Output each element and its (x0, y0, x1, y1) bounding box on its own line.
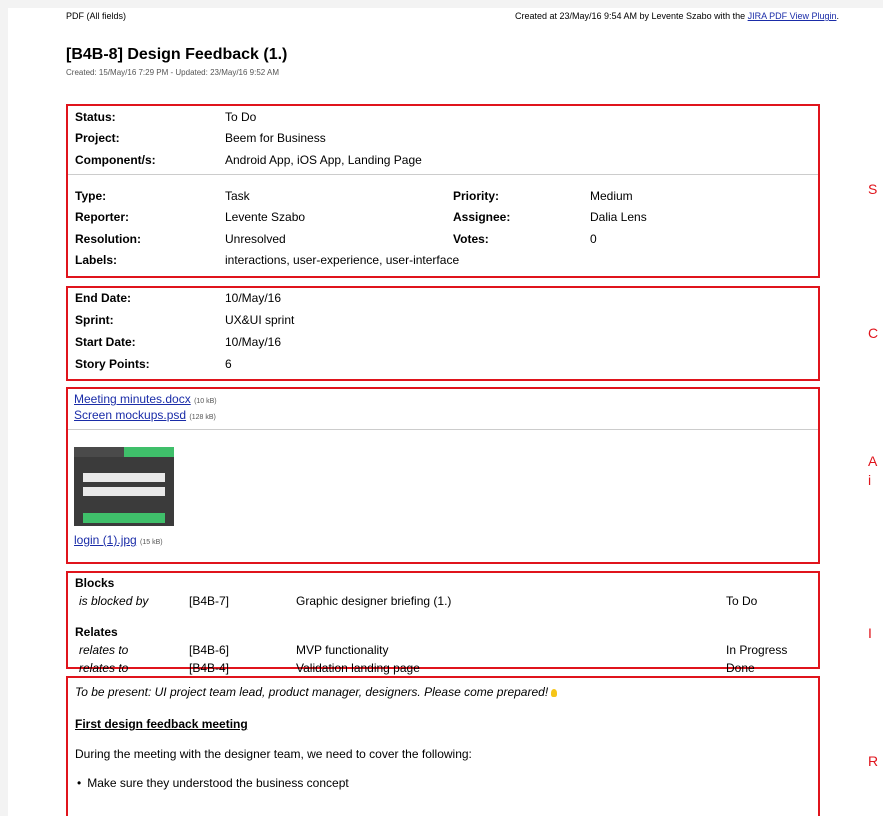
plugin-link[interactable]: JIRA PDF View Plugin (748, 11, 837, 21)
project-value: Beem for Business (225, 131, 326, 145)
attachment-size: (15 kB) (140, 539, 163, 546)
story-points-label: Story Points: (75, 357, 150, 371)
resolution-label: Resolution: (75, 232, 141, 246)
labels-label: Labels: (75, 253, 118, 267)
attachment-item: login (1).jpg (15 kB) (74, 533, 163, 547)
components-value: Android App, iOS App, Landing Page (225, 153, 422, 167)
description-heading: First design feedback meeting (75, 717, 248, 731)
link-summary: MVP functionality (296, 643, 389, 657)
end-date-label: End Date: (75, 291, 132, 305)
blocks-heading: Blocks (75, 576, 115, 590)
priority-value: Medium (590, 189, 633, 203)
project-label: Project: (75, 131, 120, 145)
thumbnail-tab (124, 447, 174, 457)
components-label: Component/s: (75, 153, 156, 167)
description-section: To be present: UI project team lead, pro… (66, 676, 820, 816)
thumbnail-tab (74, 447, 124, 457)
status-label: Status: (75, 110, 116, 124)
type-label: Type: (75, 189, 107, 203)
export-type: PDF (All fields) (66, 11, 127, 21)
link-key[interactable]: [B4B-7] (189, 594, 229, 608)
attachment-link[interactable]: Meeting minutes.docx (74, 392, 191, 406)
side-annotation: R (868, 753, 879, 769)
link-summary: Validation landing page (296, 661, 420, 675)
type-value: Task (225, 189, 250, 203)
start-date-label: Start Date: (75, 335, 136, 349)
resolution-value: Unresolved (225, 232, 286, 246)
status-value: To Do (225, 110, 257, 124)
thumbnail-field (83, 487, 165, 496)
side-annotation: i (868, 472, 872, 488)
reporter-label: Reporter: (75, 210, 130, 224)
assignee-value: Dalia Lens (590, 210, 647, 224)
attachment-size: (10 kB) (194, 398, 217, 405)
link-relation: relates to (79, 643, 129, 657)
link-status: Done (726, 661, 755, 675)
sprint-value: UX&UI sprint (225, 313, 295, 327)
side-annotation: S (868, 181, 878, 197)
labels-value: interactions, user-experience, user-inte… (225, 253, 460, 267)
issue-dates: Created: 15/May/16 7:29 PM - Updated: 23… (66, 68, 280, 77)
fields-section: Status: To Do Project: Beem for Business… (66, 104, 820, 278)
attachment-size: (128 kB) (189, 414, 216, 421)
thumbnail-button (83, 513, 165, 523)
assignee-label: Assignee: (453, 210, 511, 224)
relates-heading: Relates (75, 625, 118, 639)
divider (68, 174, 818, 175)
attachment-item: Meeting minutes.docx (10 kB) (74, 392, 217, 406)
side-annotation: A (868, 453, 878, 469)
link-relation: relates to (79, 661, 129, 675)
side-annotation: I (868, 625, 872, 641)
attachment-item: Screen mockups.psd (128 kB) (74, 408, 216, 422)
lightbulb-icon (551, 689, 558, 697)
priority-label: Priority: (453, 189, 500, 203)
issue-title: [B4B-8] Design Feedback (1.) (66, 46, 288, 63)
issue-links-section: Blocks is blocked by [B4B-7] Graphic des… (66, 571, 820, 675)
link-key[interactable]: [B4B-4] (189, 661, 229, 675)
divider (68, 429, 818, 430)
export-info: Created at 23/May/16 9:54 AM by Levente … (514, 11, 839, 21)
description-paragraph: During the meeting with the designer tea… (75, 747, 472, 761)
link-relation: is blocked by (79, 594, 149, 608)
reporter-value: Levente Szabo (225, 210, 306, 224)
thumbnail-field (83, 473, 165, 482)
votes-value: 0 (590, 232, 597, 246)
end-date-value: 10/May/16 (225, 291, 282, 305)
attachment-link[interactable]: login (1).jpg (74, 533, 137, 547)
link-status: In Progress (726, 643, 788, 657)
votes-label: Votes: (453, 232, 489, 246)
link-summary: Graphic designer briefing (1.) (296, 594, 452, 608)
description-intro: To be present: UI project team lead, pro… (75, 685, 558, 699)
story-points-value: 6 (225, 357, 232, 371)
attachments-section: Meeting minutes.docx (10 kB) Screen mock… (66, 387, 820, 564)
attachment-link[interactable]: Screen mockups.psd (74, 408, 186, 422)
link-status: To Do (726, 594, 758, 608)
description-bullet: Make sure they understood the business c… (77, 776, 349, 790)
pdf-header: PDF (All fields) Created at 23/May/16 9:… (66, 11, 839, 21)
custom-fields-section: End Date: 10/May/16 Sprint: UX&UI sprint… (66, 286, 820, 381)
login-screen-thumbnail[interactable] (74, 447, 174, 526)
start-date-value: 10/May/16 (225, 335, 282, 349)
sprint-label: Sprint: (75, 313, 114, 327)
link-key[interactable]: [B4B-6] (189, 643, 229, 657)
side-annotation: C (868, 325, 879, 341)
